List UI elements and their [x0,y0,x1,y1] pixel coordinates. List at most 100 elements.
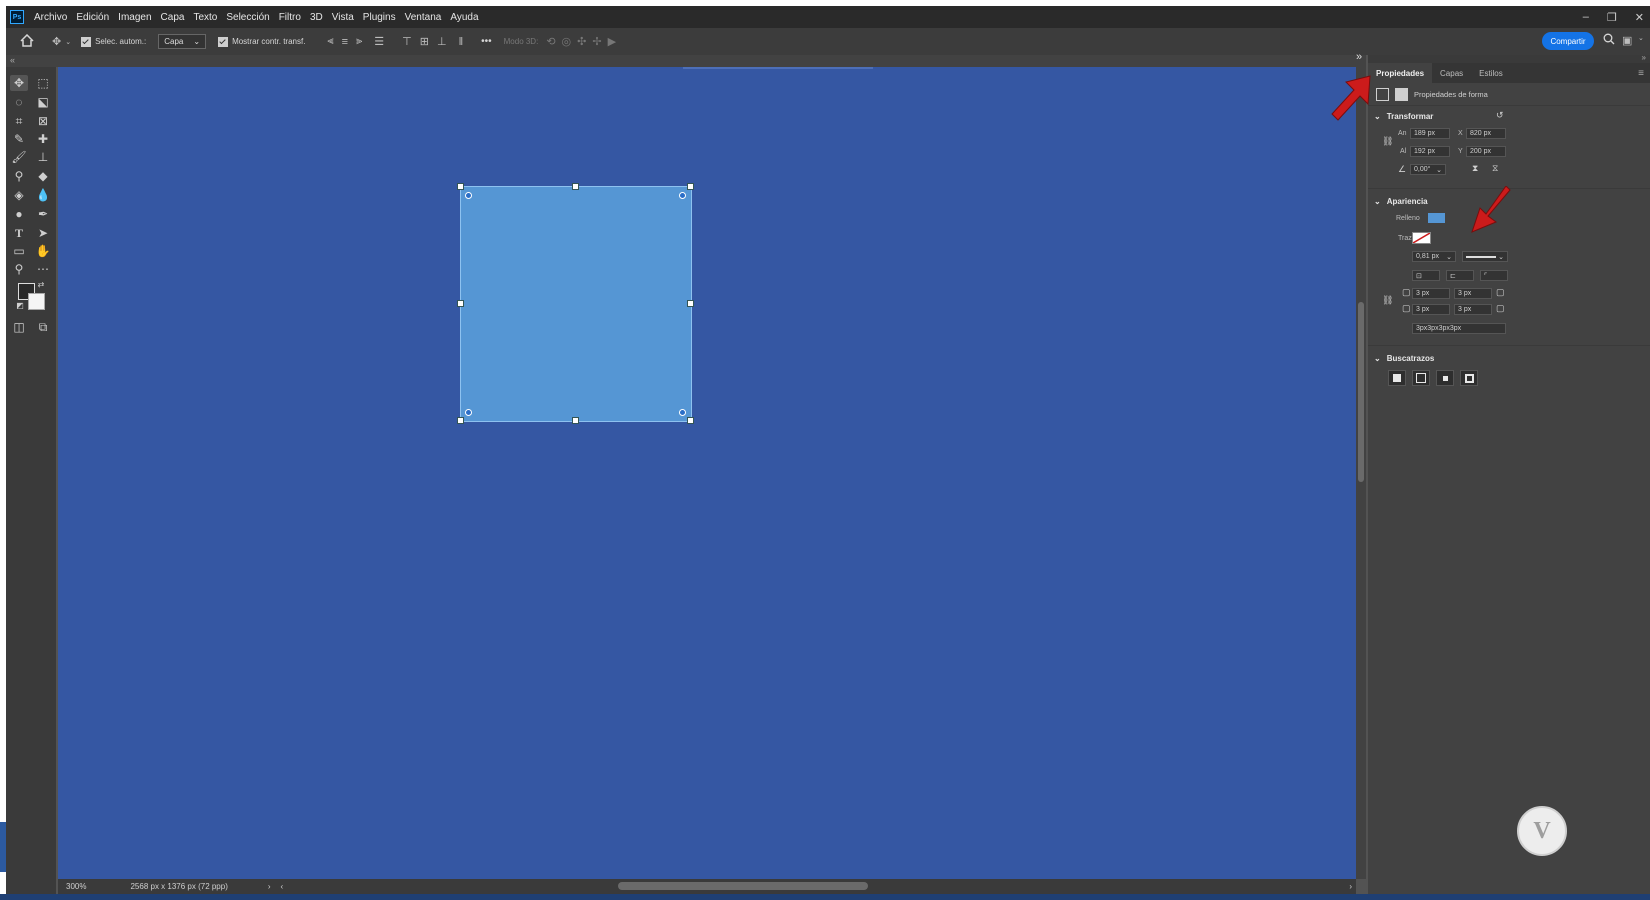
selected-rectangle-shape[interactable] [460,186,692,422]
slide-3d-icon[interactable]: ✢ [592,35,601,48]
collapse-panel-icon[interactable]: » [1642,53,1646,62]
stroke-style-dropdown[interactable]: ⌄ [1462,251,1508,262]
exclude-shapes-button[interactable] [1460,370,1478,386]
corner-tr-field[interactable]: 3 px [1454,288,1492,299]
expand-panel-icon[interactable]: » [1356,51,1362,63]
corners-combined-field[interactable]: 3px3px3px3px [1412,323,1506,334]
transform-handle-right[interactable] [687,300,694,307]
combine-shapes-button[interactable] [1388,370,1406,386]
chevron-down-icon[interactable]: ⌄ [1638,34,1644,42]
menu-imagen[interactable]: Imagen [118,12,151,23]
eyedropper-tool-icon[interactable]: ✎ [10,131,28,147]
close-button[interactable]: ✕ [1635,11,1644,24]
align-center-h-icon[interactable]: ≡ [342,36,348,48]
menu-ayuda[interactable]: Ayuda [450,12,478,23]
transform-handle-bottom[interactable] [572,417,579,424]
rectangle-tool-icon[interactable]: ▭ [10,243,28,259]
quick-mask-icon[interactable]: ◫ [10,319,28,335]
height-field[interactable]: 192 px [1410,146,1450,157]
auto-select-dropdown[interactable]: Capa ⌄ [158,34,207,49]
collapse-toolbar-icon[interactable]: « [10,55,15,65]
x-field[interactable]: 820 px [1466,128,1506,139]
transform-handle-top-left[interactable] [457,183,464,190]
menu-texto[interactable]: Texto [193,12,217,23]
zoom-level[interactable]: 300% [66,882,86,891]
align-top-icon[interactable]: ⊤ [402,35,412,48]
camera-3d-icon[interactable]: ▶ [608,35,616,48]
menu-ventana[interactable]: Ventana [405,12,442,23]
appearance-section-header[interactable]: ⌄ Apariencia [1368,193,1428,209]
workspace-icon[interactable]: ▣ [1622,34,1632,47]
chevron-left-icon[interactable]: ‹ [281,882,284,891]
transform-section-header[interactable]: ⌄ Transformar [1368,108,1433,124]
auto-select-checkbox[interactable] [81,36,92,47]
orbit-3d-icon[interactable]: ⟲ [546,35,555,48]
stroke-align-dropdown[interactable]: ⊡ [1412,270,1440,281]
horizontal-scroll-thumb[interactable] [618,882,868,890]
swap-colors-icon[interactable]: ⇄ [36,279,46,289]
menu-vista[interactable]: Vista [332,12,354,23]
align-bottom-icon[interactable]: ⊥ [437,35,447,48]
blur-tool-icon[interactable]: 💧 [34,187,52,203]
mask-properties-icon[interactable] [1395,87,1408,101]
vertical-scroll-thumb[interactable] [1358,302,1364,482]
screen-mode-icon[interactable]: ⧉ [34,319,52,335]
corner-tl-field[interactable]: 3 px [1412,288,1450,299]
eraser-tool-icon[interactable]: ◆ [34,168,52,184]
lasso-tool-icon[interactable]: ◌ [10,94,28,110]
corner-radius-widget-bl[interactable] [465,409,472,416]
width-field[interactable]: 189 px [1410,128,1450,139]
history-brush-icon[interactable]: ⚲ [10,168,28,184]
align-right-icon[interactable]: ⫸ [356,35,362,48]
dodge-tool-icon[interactable]: ● [10,206,28,222]
stroke-corners-dropdown[interactable]: ⌜ [1480,270,1508,281]
corner-radius-widget-tr[interactable] [679,192,686,199]
align-left-icon[interactable]: ⫷ [327,35,333,48]
reset-transform-icon[interactable]: ↺ [1496,110,1504,121]
object-select-tool-icon[interactable]: ⬕ [34,94,52,110]
more-options-button[interactable]: ••• [481,36,492,47]
transform-handle-top-right[interactable] [687,183,694,190]
background-color-swatch[interactable] [28,293,45,310]
home-icon[interactable] [20,33,34,50]
distribute-icon[interactable]: ☰ [374,35,384,48]
fill-color-swatch[interactable] [1428,213,1445,223]
stamp-tool-icon[interactable]: ⊥ [34,149,52,165]
menu-seleccion[interactable]: Selección [226,12,269,23]
flip-vertical-icon[interactable]: ⧖ [1492,163,1498,174]
auto-select-option[interactable]: Selec. autom.: [81,36,146,47]
frame-tool-icon[interactable]: ⊠ [34,113,52,129]
transform-handle-left[interactable] [457,300,464,307]
shape-properties-icon[interactable] [1376,87,1389,101]
menu-archivo[interactable]: Archivo [34,12,67,23]
brush-tool-icon[interactable]: 🖌 [10,149,28,165]
minimize-button[interactable]: – [1583,11,1589,23]
path-select-tool-icon[interactable]: ➤ [34,225,52,241]
move-tool-icon[interactable]: ✥ [52,35,61,48]
link-corners-icon[interactable]: ⛓ [1382,295,1393,306]
chevron-right-icon[interactable]: › [268,882,271,891]
distribute-v-icon[interactable]: ‖ [459,36,464,48]
angle-field[interactable]: 0,00° ⌄ [1410,164,1446,175]
panel-menu-icon[interactable]: ≡ [1638,68,1644,79]
link-dimensions-icon[interactable]: ⛓ [1382,136,1393,147]
chevron-right-icon[interactable]: › [1349,882,1352,891]
marquee-tool-icon[interactable]: ⬚ [34,75,52,91]
canvas-area[interactable] [58,67,1356,879]
more-tools-icon[interactable]: ⋯ [34,261,52,277]
pen-tool-icon[interactable]: ✒ [34,206,52,222]
stroke-width-field[interactable]: 0,81 px ⌄ [1412,251,1456,262]
flip-horizontal-icon[interactable]: ⧗ [1472,163,1478,174]
chevron-down-icon[interactable]: ⌄ [65,38,71,46]
stroke-caps-dropdown[interactable]: ⊏ [1446,270,1474,281]
pan-3d-icon[interactable]: ✣ [577,35,586,48]
zoom-tool-icon[interactable]: ⚲ [10,261,28,277]
default-colors-icon[interactable]: ◩ [15,300,25,310]
hand-tool-icon[interactable]: ✋ [34,243,52,259]
tab-properties[interactable]: Propiedades [1368,63,1433,83]
transform-handle-top[interactable] [572,183,579,190]
corner-br-field[interactable]: 3 px [1454,304,1492,315]
menu-capa[interactable]: Capa [161,12,185,23]
transform-handle-bottom-right[interactable] [687,417,694,424]
pathfinder-section-header[interactable]: ⌄ Buscatrazos [1368,350,1434,366]
